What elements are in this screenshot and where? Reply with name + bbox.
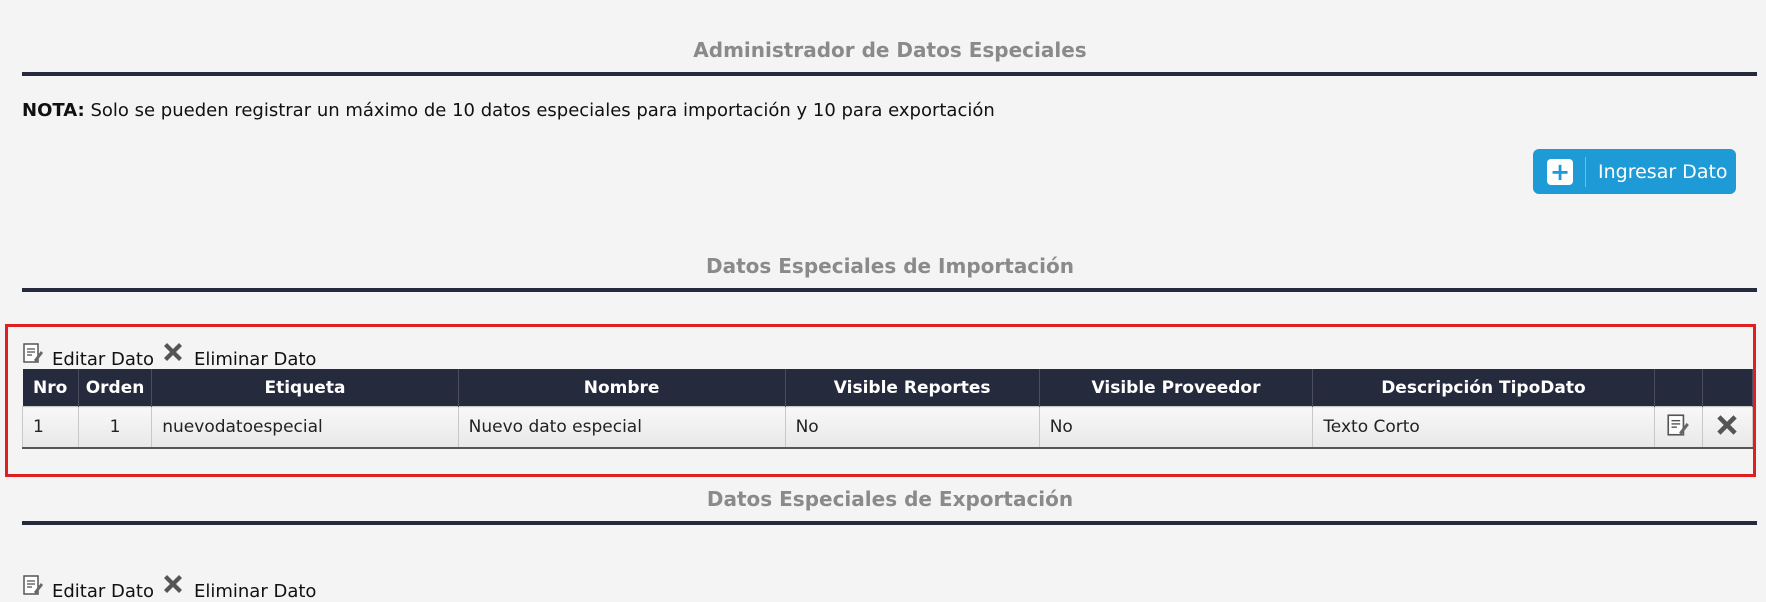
export-toolbar: Editar Dato Eliminar Dato	[22, 571, 322, 602]
col-edit	[1654, 369, 1703, 407]
edit-document-icon	[1666, 413, 1690, 443]
divider	[22, 521, 1757, 525]
cell-nombre: Nuevo dato especial	[457, 406, 786, 449]
cell-etiqueta: nuevodatoespecial	[151, 406, 459, 449]
divider	[22, 72, 1757, 76]
col-nro[interactable]: Nro	[22, 369, 79, 407]
col-orden[interactable]: Orden	[78, 369, 153, 407]
x-delete-icon	[160, 571, 186, 602]
nota-label: NOTA:	[22, 100, 85, 121]
export-title: Datos Especiales de Exportación	[706, 487, 1074, 511]
row-delete-button[interactable]	[1701, 406, 1754, 449]
col-visible-proveedor[interactable]: Visible Proveedor	[1039, 369, 1314, 407]
x-delete-icon	[160, 339, 186, 370]
col-descripcion-tipodato[interactable]: Descripción TipoDato	[1312, 369, 1655, 407]
col-visible-reportes[interactable]: Visible Reportes	[785, 369, 1040, 407]
cell-visible-reportes: No	[784, 406, 1040, 449]
divider	[22, 288, 1757, 292]
button-separator	[1585, 156, 1586, 187]
cell-nro: 1	[22, 406, 79, 449]
col-etiqueta[interactable]: Etiqueta	[151, 369, 459, 407]
x-delete-icon	[1713, 414, 1741, 444]
delete-data-button[interactable]: Eliminar Dato	[160, 571, 322, 602]
delete-data-label: Eliminar Dato	[193, 349, 317, 370]
edit-document-icon	[22, 341, 44, 370]
import-title: Datos Especiales de Importación	[706, 254, 1074, 278]
delete-data-label: Eliminar Dato	[193, 581, 317, 602]
edit-data-button[interactable]: Editar Dato	[22, 573, 160, 602]
cell-visible-proveedor: No	[1038, 406, 1314, 449]
edit-data-label: Editar Dato	[52, 349, 154, 370]
col-delete	[1702, 369, 1754, 407]
import-toolbar: Editar Dato Eliminar Dato	[22, 339, 322, 370]
edit-data-label: Editar Dato	[52, 581, 154, 602]
table-row[interactable]: 1 1 nuevodatoespecial Nuevo dato especia…	[22, 406, 1754, 449]
plus-icon: +	[1547, 158, 1573, 185]
edit-data-button[interactable]: Editar Dato	[22, 341, 160, 370]
edit-document-icon	[22, 573, 44, 602]
admin-title: Administrador de Datos Especiales	[693, 38, 1087, 62]
import-table: Nro Orden Etiqueta Nombre Visible Report…	[22, 369, 1754, 449]
add-data-label: Ingresar Dato	[1598, 160, 1728, 183]
cell-descripcion-tipodato: Texto Corto	[1312, 406, 1655, 449]
row-edit-button[interactable]	[1653, 406, 1703, 449]
add-data-button[interactable]: + Ingresar Dato	[1533, 149, 1736, 194]
cell-orden: 1	[77, 406, 153, 449]
nota-text: NOTA: Solo se pueden registrar un máximo…	[22, 100, 995, 121]
col-nombre[interactable]: Nombre	[458, 369, 786, 407]
delete-data-button[interactable]: Eliminar Dato	[160, 339, 322, 370]
nota-message: Solo se pueden registrar un máximo de 10…	[90, 100, 995, 121]
